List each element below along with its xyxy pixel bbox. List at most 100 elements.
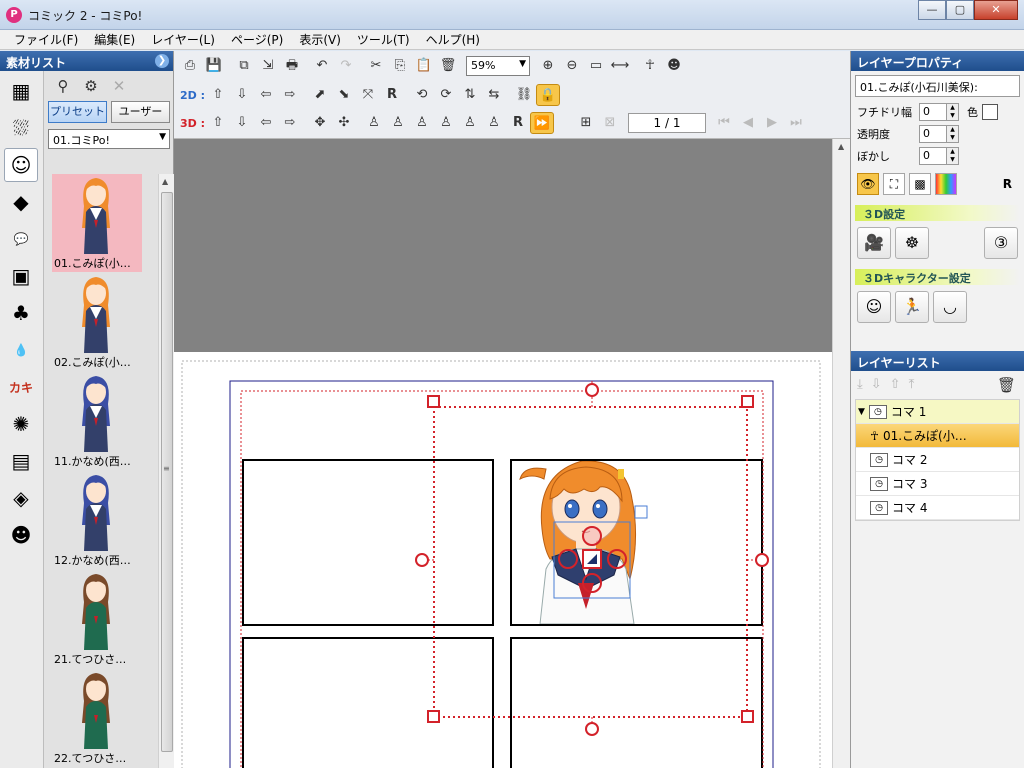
- panel-layout-icon[interactable]: ▦: [4, 74, 38, 108]
- lock-icon[interactable]: ⛓: [512, 84, 536, 106]
- move-up-icon[interactable]: ⇧: [206, 84, 230, 106]
- 3d-left-icon[interactable]: ⇦: [254, 112, 278, 134]
- image-edit-icon[interactable]: ⛶: [883, 173, 905, 195]
- character-icon[interactable]: ☺: [4, 148, 38, 182]
- rotate-right-icon[interactable]: ⟳: [434, 84, 458, 106]
- user-character-icon[interactable]: ☻: [4, 518, 38, 552]
- face-icon[interactable]: ☻: [662, 55, 686, 77]
- move-right-icon[interactable]: ⇨: [278, 84, 302, 106]
- scroll-up-icon[interactable]: ▲: [162, 177, 168, 186]
- edit-material-icon[interactable]: ⚙: [80, 75, 102, 97]
- pose-icon[interactable]: 🏃: [895, 291, 929, 323]
- menu-layer[interactable]: レイヤー(L): [143, 31, 223, 48]
- scroll-up-icon[interactable]: ▲: [838, 142, 844, 151]
- fit-width-icon[interactable]: ⟷: [608, 55, 632, 77]
- reset-2d-icon[interactable]: R: [380, 84, 404, 106]
- copy-icon[interactable]: ⎘: [388, 55, 412, 77]
- fit-page-icon[interactable]: ▭: [584, 55, 608, 77]
- flip-vertical-icon[interactable]: ⇅: [458, 84, 482, 106]
- material-thumbnail[interactable]: 01.こみぽ(小…: [52, 174, 142, 272]
- export-icon[interactable]: ⇲: [256, 55, 280, 77]
- 3d-up-icon[interactable]: ⇧: [206, 112, 230, 134]
- lighting-icon[interactable]: ☸: [895, 227, 929, 259]
- menu-help[interactable]: ヘルプ(H): [418, 31, 488, 48]
- outline-width-stepper[interactable]: ▲ ▼: [947, 103, 959, 121]
- material-set-select[interactable]: 01.コミPo! ▼: [48, 129, 170, 149]
- material-scrollbar[interactable]: ▲ ≡: [158, 174, 174, 768]
- first-page-icon[interactable]: ⏮: [712, 112, 736, 134]
- spin-right-icon[interactable]: ♙: [482, 112, 506, 134]
- move-left-icon[interactable]: ⇦: [254, 84, 278, 106]
- user-image-icon[interactable]: ▤: [4, 444, 38, 478]
- material-thumbnail[interactable]: 21.てつひさ…: [52, 570, 142, 668]
- redo-icon[interactable]: ↷: [334, 55, 358, 77]
- menu-edit[interactable]: 編集(E): [86, 31, 143, 48]
- canvas-scrollbar[interactable]: ▲: [832, 139, 850, 768]
- material-thumbnail[interactable]: 02.こみぽ(小…: [52, 273, 142, 371]
- menu-page[interactable]: ページ(P): [223, 31, 291, 48]
- 3d-object-icon[interactable]: ◆: [4, 185, 38, 219]
- expand-arrow-icon[interactable]: ▼: [858, 407, 865, 417]
- effect-icon[interactable]: ✺: [4, 407, 38, 441]
- zoom-out-icon[interactable]: ⊖: [560, 55, 584, 77]
- turn-right-icon[interactable]: ♙: [386, 112, 410, 134]
- reset-properties-icon[interactable]: R: [1003, 177, 1012, 191]
- 3d-expand-icon[interactable]: ✥: [308, 112, 332, 134]
- transparency-icon[interactable]: ▩: [909, 173, 931, 195]
- add-page-icon[interactable]: ⊞: [574, 112, 598, 134]
- cut-icon[interactable]: ✂: [364, 55, 388, 77]
- mouth-icon[interactable]: ◡: [933, 291, 967, 323]
- blur-input[interactable]: 0: [919, 147, 947, 165]
- color-palette-icon[interactable]: [935, 173, 957, 195]
- layer-top-icon[interactable]: ⤒: [909, 377, 915, 393]
- delete-page-icon[interactable]: ⊠: [598, 112, 622, 134]
- layer-row[interactable]: ◷ コマ 4: [856, 496, 1019, 520]
- reset-3d-icon[interactable]: R: [506, 112, 530, 134]
- print-icon[interactable]: ⎙: [178, 55, 202, 77]
- menu-view[interactable]: 表示(V): [291, 31, 349, 48]
- preset-filter-button[interactable]: プリセット: [48, 101, 107, 123]
- 3d-view-icon[interactable]: ③: [984, 227, 1018, 259]
- menu-tools[interactable]: ツール(T): [349, 31, 418, 48]
- zoom-in-icon[interactable]: ⊕: [536, 55, 560, 77]
- outline-color-swatch[interactable]: [982, 104, 998, 120]
- 3d-right-icon[interactable]: ⇨: [278, 112, 302, 134]
- menu-file[interactable]: ファイル(F): [6, 31, 86, 48]
- layer-up-icon[interactable]: ⇧: [890, 377, 901, 393]
- layer-bottom-icon[interactable]: ⤓: [857, 377, 863, 393]
- paste-icon[interactable]: 📋: [412, 55, 436, 77]
- material-thumbnail[interactable]: 12.かなめ(西…: [52, 471, 142, 569]
- printer-icon[interactable]: 🖶: [280, 55, 304, 77]
- aspect-lock-icon[interactable]: 🔒: [536, 84, 560, 106]
- undo-icon[interactable]: ↶: [310, 55, 334, 77]
- background-icon[interactable]: ⛆: [4, 111, 38, 145]
- trash-icon[interactable]: 🗑: [436, 55, 460, 77]
- material-thumbnail[interactable]: 11.かなめ(西…: [52, 372, 142, 470]
- layer-row[interactable]: ◷ コマ 2: [856, 448, 1019, 472]
- scale-down-icon[interactable]: ⬊: [332, 84, 356, 106]
- next-page-icon[interactable]: ▶: [760, 112, 784, 134]
- layer-row[interactable]: ◷ コマ 3: [856, 472, 1019, 496]
- trash-icon[interactable]: 🗑: [997, 376, 1016, 394]
- blur-stepper[interactable]: ▲ ▼: [947, 147, 959, 165]
- speech-bubble-icon[interactable]: 💬: [4, 222, 38, 256]
- copy-page-icon[interactable]: ⧉: [232, 55, 256, 77]
- opacity-input[interactable]: 0: [919, 125, 947, 143]
- user-filter-button[interactable]: ユーザー: [111, 101, 170, 123]
- layer-row[interactable]: ▼ ◷ コマ 1: [856, 400, 1019, 424]
- scale-up-icon[interactable]: ⬈: [308, 84, 332, 106]
- tilt-forward-icon[interactable]: ♙: [410, 112, 434, 134]
- layer-down-icon[interactable]: ⇩: [871, 377, 882, 393]
- eye-icon[interactable]: 👁: [857, 173, 879, 195]
- save-icon[interactable]: 💾: [202, 55, 226, 77]
- outline-width-input[interactable]: 0: [919, 103, 947, 121]
- fit-icon[interactable]: ⤧: [356, 84, 380, 106]
- image-icon[interactable]: ▣: [4, 259, 38, 293]
- minimize-button[interactable]: —: [918, 0, 946, 20]
- character-pose-icon[interactable]: ☥: [638, 55, 662, 77]
- last-page-icon[interactable]: ⏭: [784, 112, 808, 134]
- tree-icon[interactable]: ♣: [4, 296, 38, 330]
- user-3d-icon[interactable]: ◈: [4, 481, 38, 515]
- add-material-icon[interactable]: ⚲: [52, 75, 74, 97]
- close-button[interactable]: ✕: [974, 0, 1018, 20]
